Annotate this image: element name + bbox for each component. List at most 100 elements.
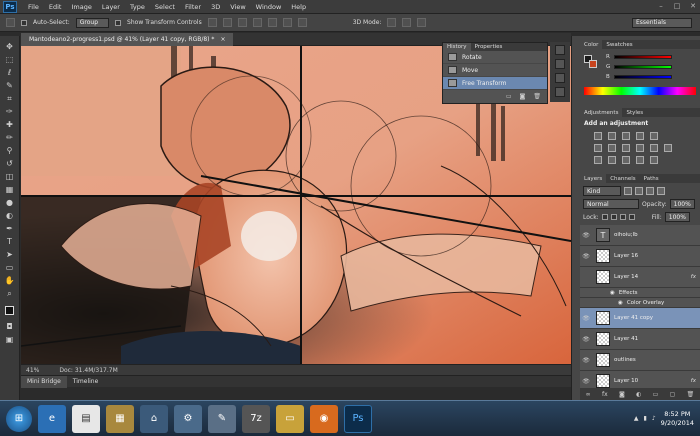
levels-icon[interactable] [608, 132, 616, 140]
exposure-icon[interactable] [636, 132, 644, 140]
fill-field[interactable]: 100% [664, 212, 690, 222]
menu-window[interactable]: Window [251, 3, 287, 11]
shape-tool-icon[interactable]: ▭ [3, 261, 17, 274]
screen-mode-icon[interactable]: ▣ [3, 333, 17, 346]
tab-paths[interactable]: Paths [640, 174, 663, 183]
visibility-eye-icon[interactable]: 👁 [580, 357, 592, 364]
folder-app-icon[interactable]: ▭ [276, 404, 304, 433]
tab-layers[interactable]: Layers [580, 174, 607, 183]
visibility-eye-icon[interactable]: 👁 [580, 232, 592, 239]
start-button-icon[interactable]: ⊞ [6, 405, 32, 432]
color-spectrum-bar[interactable] [584, 87, 696, 95]
menu-filter[interactable]: Filter [180, 3, 206, 11]
move-tool-icon[interactable]: ✥ [3, 40, 17, 53]
layer-filter-dropdown[interactable]: Kind [583, 186, 621, 196]
visibility-eye-icon[interactable]: 👁 [580, 315, 592, 322]
tab-properties[interactable]: Properties [471, 43, 507, 51]
healing-tool-icon[interactable]: ✚ [3, 118, 17, 131]
lasso-tool-icon[interactable]: ℓ [3, 66, 17, 79]
green-slider[interactable] [614, 65, 672, 69]
background-color-swatch[interactable] [589, 60, 597, 68]
new-adjustment-icon[interactable]: ◐ [636, 391, 641, 398]
new-layer-icon[interactable]: ▢ [670, 391, 676, 398]
menu-select[interactable]: Select [150, 3, 180, 11]
menu-help[interactable]: Help [286, 3, 311, 11]
layer-effects-icon[interactable]: fx [691, 378, 696, 384]
tab-history[interactable]: History [443, 43, 471, 51]
add-style-icon[interactable]: fx [602, 391, 608, 398]
menu-3d[interactable]: 3D [206, 3, 225, 11]
align-top-icon[interactable] [207, 18, 217, 27]
maximize-icon[interactable]: □ [670, 2, 684, 12]
new-document-icon[interactable]: ▭ [506, 93, 512, 100]
blue-slider[interactable] [614, 75, 672, 79]
archive-app-icon[interactable]: ▦ [106, 404, 134, 433]
vibrance-icon[interactable] [650, 132, 658, 140]
clock[interactable]: 8:52 PM 9/20/2014 [661, 410, 694, 428]
info-panel-icon[interactable] [555, 73, 565, 83]
volume-tray-icon[interactable]: ♪ [652, 415, 656, 422]
auto-select-dropdown[interactable]: Group [75, 17, 110, 28]
type-tool-icon[interactable]: T [3, 235, 17, 248]
show-transform-checkbox[interactable] [115, 19, 122, 26]
layer-row[interactable]: Layer 14 fx [580, 267, 700, 288]
tab-adjustments[interactable]: Adjustments [580, 108, 623, 117]
close-icon[interactable]: ✕ [686, 2, 700, 12]
lock-position-icon[interactable] [619, 214, 626, 220]
color-lookup-icon[interactable] [664, 144, 672, 152]
stamp-tool-icon[interactable]: ⚲ [3, 144, 17, 157]
color-swatches-icon[interactable] [3, 300, 17, 320]
filter-pixel-icon[interactable] [624, 187, 632, 195]
control-panel-icon[interactable]: ⚙ [174, 404, 202, 433]
align-center-icon[interactable] [267, 18, 277, 27]
tray-arrow-icon[interactable]: ▲ [634, 415, 639, 422]
document-app-icon[interactable]: ▤ [72, 404, 100, 433]
properties-panel-icon[interactable] [555, 59, 565, 69]
brush-tool-icon[interactable]: ✏ [3, 131, 17, 144]
auto-select-checkbox[interactable] [21, 19, 27, 26]
visibility-eye-icon[interactable]: 👁 [580, 253, 592, 260]
filter-shape-icon[interactable] [657, 187, 665, 195]
gradient-map-icon[interactable] [636, 156, 644, 164]
layer-row[interactable]: 👁 Layer 41 [580, 329, 700, 350]
align-right-icon[interactable] [282, 18, 292, 27]
filter-adjustment-icon[interactable] [635, 187, 643, 195]
hand-tool-icon[interactable]: ✋ [3, 274, 17, 287]
history-item-selected[interactable]: Free Transform [443, 77, 547, 90]
layer-row-selected[interactable]: 👁 Layer 41 copy [580, 308, 700, 329]
menu-edit[interactable]: Edit [44, 3, 67, 11]
paint-app-icon[interactable]: ✎ [208, 404, 236, 433]
dodge-tool-icon[interactable]: ◐ [3, 209, 17, 222]
layer-row[interactable]: 👁 outlines [580, 350, 700, 371]
tab-swatches[interactable]: Swatches [602, 40, 636, 49]
lock-pixels-icon[interactable] [610, 214, 617, 220]
tab-timeline[interactable]: Timeline [67, 376, 105, 388]
color-overlay-row[interactable]: ◉ Color Overlay [580, 298, 700, 308]
align-middle-icon[interactable] [222, 18, 232, 27]
visibility-eye-icon[interactable]: 👁 [580, 378, 592, 385]
effects-eye-icon[interactable]: ◉ [610, 290, 615, 296]
quick-mask-icon[interactable]: ◘ [3, 320, 17, 333]
path-select-tool-icon[interactable]: ➤ [3, 248, 17, 261]
invert-icon[interactable] [594, 156, 602, 164]
document-tab[interactable]: Mantodeano2-progress1.psd @ 41% (Layer 4… [21, 33, 234, 46]
hue-saturation-icon[interactable] [594, 144, 602, 152]
trash-icon[interactable]: 🗑 [533, 93, 541, 100]
blend-mode-dropdown[interactable]: Normal [583, 199, 639, 209]
curves-icon[interactable] [622, 132, 630, 140]
3d-rotate-icon[interactable] [387, 18, 397, 27]
snapshot-icon[interactable]: ◙ [520, 93, 526, 100]
menu-file[interactable]: File [23, 3, 44, 11]
photo-filter-icon[interactable] [636, 144, 644, 152]
move-tool-preset-icon[interactable] [6, 18, 15, 27]
history-brush-icon[interactable]: ↺ [3, 157, 17, 170]
menu-layer[interactable]: Layer [97, 3, 125, 11]
red-slider[interactable] [614, 55, 672, 59]
zoom-tool-icon[interactable]: ⌕ [3, 287, 17, 300]
lock-transparency-icon[interactable] [601, 214, 608, 220]
menu-image[interactable]: Image [66, 3, 96, 11]
menu-type[interactable]: Type [125, 3, 150, 11]
tab-channels[interactable]: Channels [606, 174, 639, 183]
marquee-tool-icon[interactable]: ⬚ [3, 53, 17, 66]
layer-effects-icon[interactable]: fx [691, 274, 696, 280]
